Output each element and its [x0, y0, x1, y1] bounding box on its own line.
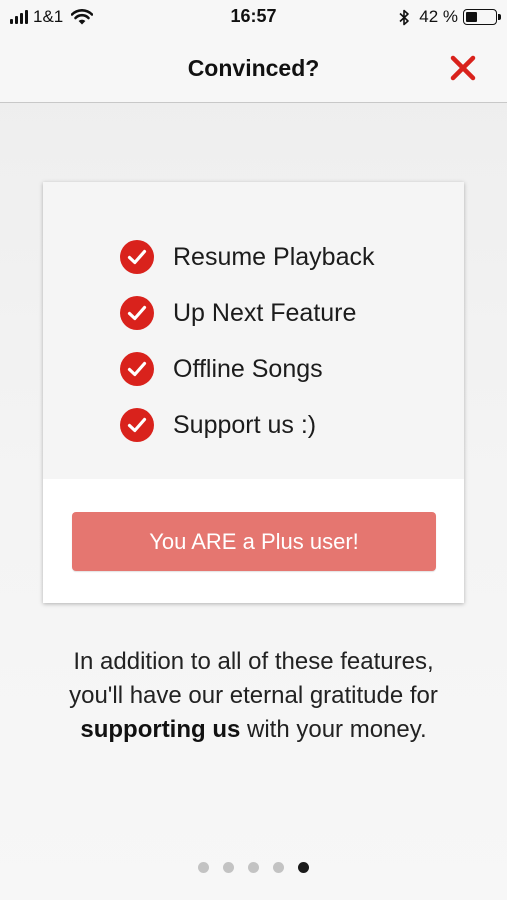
page-title: Convinced? — [187, 55, 320, 81]
feature-item: Support us :) — [119, 397, 374, 453]
feature-label: Resume Playback — [173, 242, 375, 271]
bluetooth-icon — [399, 9, 410, 25]
page-dot[interactable] — [198, 862, 209, 873]
plus-features-card: Resume Playback Up Next Feature Offline … — [43, 182, 464, 603]
feature-list: Resume Playback Up Next Feature Offline … — [119, 229, 374, 453]
page-dot[interactable] — [248, 862, 259, 873]
feature-list-panel: Resume Playback Up Next Feature Offline … — [43, 182, 464, 479]
message-line-rest: with your money. — [240, 716, 427, 743]
status-bar: 1&1 16:57 42 % — [0, 0, 507, 34]
plus-user-button[interactable]: You ARE a Plus user! — [72, 512, 436, 571]
check-circle-icon — [120, 240, 154, 274]
battery-icon — [463, 9, 501, 25]
check-circle-icon — [120, 352, 154, 386]
feature-item: Offline Songs — [119, 341, 374, 397]
check-circle-icon — [120, 408, 154, 442]
page-indicator — [0, 862, 507, 873]
close-icon[interactable] — [447, 52, 479, 84]
gratitude-message: In addition to all of these features, yo… — [20, 645, 487, 747]
page-dot[interactable] — [223, 862, 234, 873]
check-circle-icon — [120, 296, 154, 330]
message-line: In addition to all of these features, — [73, 648, 434, 675]
feature-label: Up Next Feature — [173, 298, 357, 327]
feature-label: Support us :) — [173, 410, 317, 439]
message-line: supporting us with your money. — [20, 713, 487, 747]
page-dot[interactable] — [298, 862, 309, 873]
feature-label: Offline Songs — [173, 354, 323, 383]
battery-percentage: 42 % — [419, 7, 458, 26]
feature-item: Resume Playback — [119, 229, 374, 285]
page-dot[interactable] — [273, 862, 284, 873]
battery-level-fill — [466, 12, 477, 22]
status-bar-right: 42 % — [398, 7, 501, 27]
message-line: you'll have our eternal gratitude for — [69, 682, 438, 709]
navigation-bar: Convinced? — [0, 34, 507, 103]
message-emphasis: supporting us — [80, 716, 241, 743]
feature-item: Up Next Feature — [119, 285, 374, 341]
